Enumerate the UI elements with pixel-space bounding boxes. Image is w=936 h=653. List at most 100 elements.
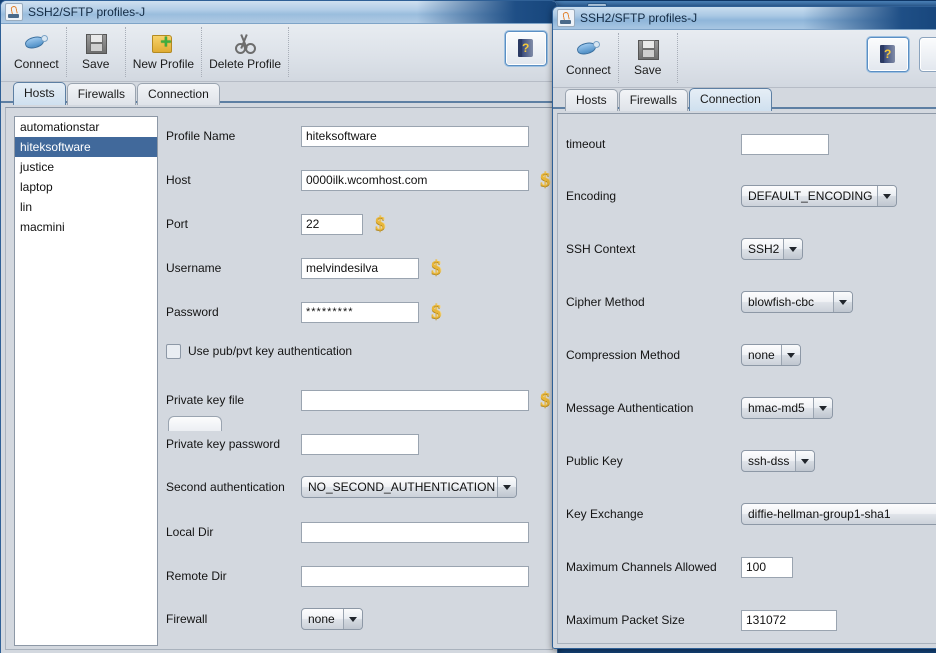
list-item[interactable]: justice [15, 157, 157, 177]
list-item[interactable]: macmini [15, 217, 157, 237]
tab-firewalls[interactable]: Firewalls [618, 89, 689, 111]
compression-method-select[interactable]: none [741, 344, 801, 366]
row-username: Username melvindesilva $ [166, 257, 441, 279]
second-authentication-select[interactable]: NO_SECOND_AUTHENTICATION [301, 476, 517, 498]
row-private-key-file: Private key file $ [166, 389, 550, 411]
secondary-toolbar-button[interactable] [919, 37, 936, 72]
cipher-method-label: Cipher Method [566, 295, 645, 309]
connect-button[interactable]: Connect [7, 27, 67, 77]
tab-hosts[interactable]: Hosts [565, 89, 618, 111]
delete-profile-button[interactable]: Delete Profile [202, 27, 290, 77]
profile-list[interactable]: automationstar hiteksoftware justice lap… [14, 116, 158, 646]
chevron-down-icon[interactable] [877, 186, 896, 206]
private-key-file-label: Private key file [166, 393, 245, 407]
chevron-down-icon[interactable] [783, 239, 802, 259]
message-authentication-select[interactable]: hmac-md5 [741, 397, 833, 419]
help-button[interactable] [867, 37, 909, 72]
titlebar-fade [417, 1, 557, 23]
use-pubkey-label: Use pub/pvt key authentication [188, 344, 353, 358]
left-window-titlebar[interactable]: SSH2/SFTP profiles-J [1, 1, 557, 24]
port-input[interactable]: 22 [301, 213, 363, 235]
row-key-exchange: Key Exchange diffie-hellman-group1-sha1 [566, 503, 936, 525]
timeout-input[interactable] [741, 133, 829, 155]
new-profile-button-label: New Profile [132, 57, 195, 71]
row-use-pubkey[interactable]: Use pub/pvt key authentication [166, 340, 352, 362]
java-coffee-icon [5, 3, 23, 21]
row-firewall: Firewall none [166, 608, 363, 630]
list-item[interactable]: hiteksoftware [15, 137, 157, 157]
remote-dir-input[interactable] [301, 565, 529, 587]
username-dollar-icon[interactable]: $ [431, 258, 441, 278]
right-window-titlebar[interactable]: SSH2/SFTP profiles-J [553, 7, 936, 30]
message-authentication-value: hmac-md5 [748, 401, 805, 415]
private-key-password-input[interactable] [301, 433, 419, 455]
password-input[interactable]: ********* [301, 301, 419, 323]
save-button[interactable]: Save [619, 33, 678, 83]
tab-connection[interactable]: Connection [137, 83, 220, 105]
public-key-select[interactable]: ssh-dss [741, 450, 815, 472]
profile-name-input[interactable]: hiteksoftware [301, 125, 529, 147]
public-key-value: ssh-dss [748, 454, 790, 468]
right-toolbar: Connect Save [553, 30, 936, 88]
chevron-down-icon[interactable] [833, 292, 852, 312]
list-item[interactable]: laptop [15, 177, 157, 197]
delete-profile-button-label: Delete Profile [209, 57, 282, 71]
private-key-file-input[interactable] [301, 389, 529, 411]
new-profile-button[interactable]: New Profile [126, 27, 203, 77]
tab-connection[interactable]: Connection [689, 88, 772, 111]
list-item[interactable]: lin [15, 197, 157, 217]
connect-button[interactable]: Connect [559, 33, 619, 83]
password-dollar-icon[interactable]: $ [431, 302, 441, 322]
private-key-file-dollar-icon[interactable]: $ [540, 390, 550, 410]
left-content: automationstar hiteksoftware justice lap… [1, 101, 557, 653]
firewall-value: none [308, 612, 335, 626]
right-content: timeout Encoding DEFAULT_ENCODING SSH Co… [553, 107, 936, 648]
row-compression-method: Compression Method none [566, 344, 801, 366]
username-input[interactable]: melvindesilva [301, 257, 419, 279]
key-exchange-label: Key Exchange [566, 507, 644, 521]
second-authentication-value: NO_SECOND_AUTHENTICATION [308, 480, 496, 494]
browse-button-clipped[interactable] [168, 416, 222, 431]
right-panel: timeout Encoding DEFAULT_ENCODING SSH Co… [557, 113, 936, 644]
save-button[interactable]: Save [67, 27, 126, 77]
maximum-packet-size-input[interactable]: 131072 [741, 609, 837, 631]
chevron-down-icon[interactable] [795, 451, 814, 471]
encoding-select[interactable]: DEFAULT_ENCODING [741, 185, 897, 207]
cipher-method-select[interactable]: blowfish-cbc [741, 291, 853, 313]
row-port: Port 22 $ [166, 213, 385, 235]
left-window-title: SSH2/SFTP profiles-J [28, 5, 146, 19]
help-button[interactable] [505, 31, 547, 66]
floppy-disk-icon [635, 37, 661, 61]
right-window[interactable]: SSH2/SFTP profiles-J Connect Save Hosts … [552, 6, 936, 649]
chevron-down-icon[interactable] [497, 477, 516, 497]
tab-hosts[interactable]: Hosts [13, 82, 66, 105]
firewall-select[interactable]: none [301, 608, 363, 630]
desktop: SSH2/SFTP profiles-J Connect Save New Pr… [0, 0, 936, 653]
host-dollar-icon[interactable]: $ [540, 170, 550, 190]
port-label: Port [166, 217, 189, 231]
left-window[interactable]: SSH2/SFTP profiles-J Connect Save New Pr… [0, 0, 558, 653]
maximum-channels-allowed-label: Maximum Channels Allowed [566, 560, 717, 574]
row-password: Password ********* $ [166, 301, 441, 323]
chevron-down-icon[interactable] [781, 345, 800, 365]
row-maximum-channels-allowed: Maximum Channels Allowed 100 [566, 556, 793, 578]
maximum-channels-allowed-input[interactable]: 100 [741, 556, 793, 578]
port-dollar-icon[interactable]: $ [375, 214, 385, 234]
use-pubkey-checkbox[interactable] [166, 343, 181, 359]
encoding-value: DEFAULT_ENCODING [748, 189, 873, 203]
firewall-label: Firewall [166, 612, 208, 626]
local-dir-input[interactable] [301, 521, 529, 543]
chevron-down-icon[interactable] [343, 609, 362, 629]
java-coffee-icon [557, 9, 575, 27]
row-ssh-context: SSH Context SSH2 [566, 238, 803, 260]
host-input[interactable]: 0000ilk.wcomhost.com [301, 169, 529, 191]
connection-form: timeout Encoding DEFAULT_ENCODING SSH Co… [566, 114, 936, 643]
list-item[interactable]: automationstar [15, 117, 157, 137]
ssh-context-select[interactable]: SSH2 [741, 238, 803, 260]
connect-button-label: Connect [566, 63, 611, 77]
chevron-down-icon[interactable] [813, 398, 832, 418]
key-exchange-select[interactable]: diffie-hellman-group1-sha1 [741, 503, 936, 525]
plug-icon [575, 37, 601, 61]
second-authentication-label: Second authentication [166, 480, 285, 494]
tab-firewalls[interactable]: Firewalls [66, 83, 137, 105]
